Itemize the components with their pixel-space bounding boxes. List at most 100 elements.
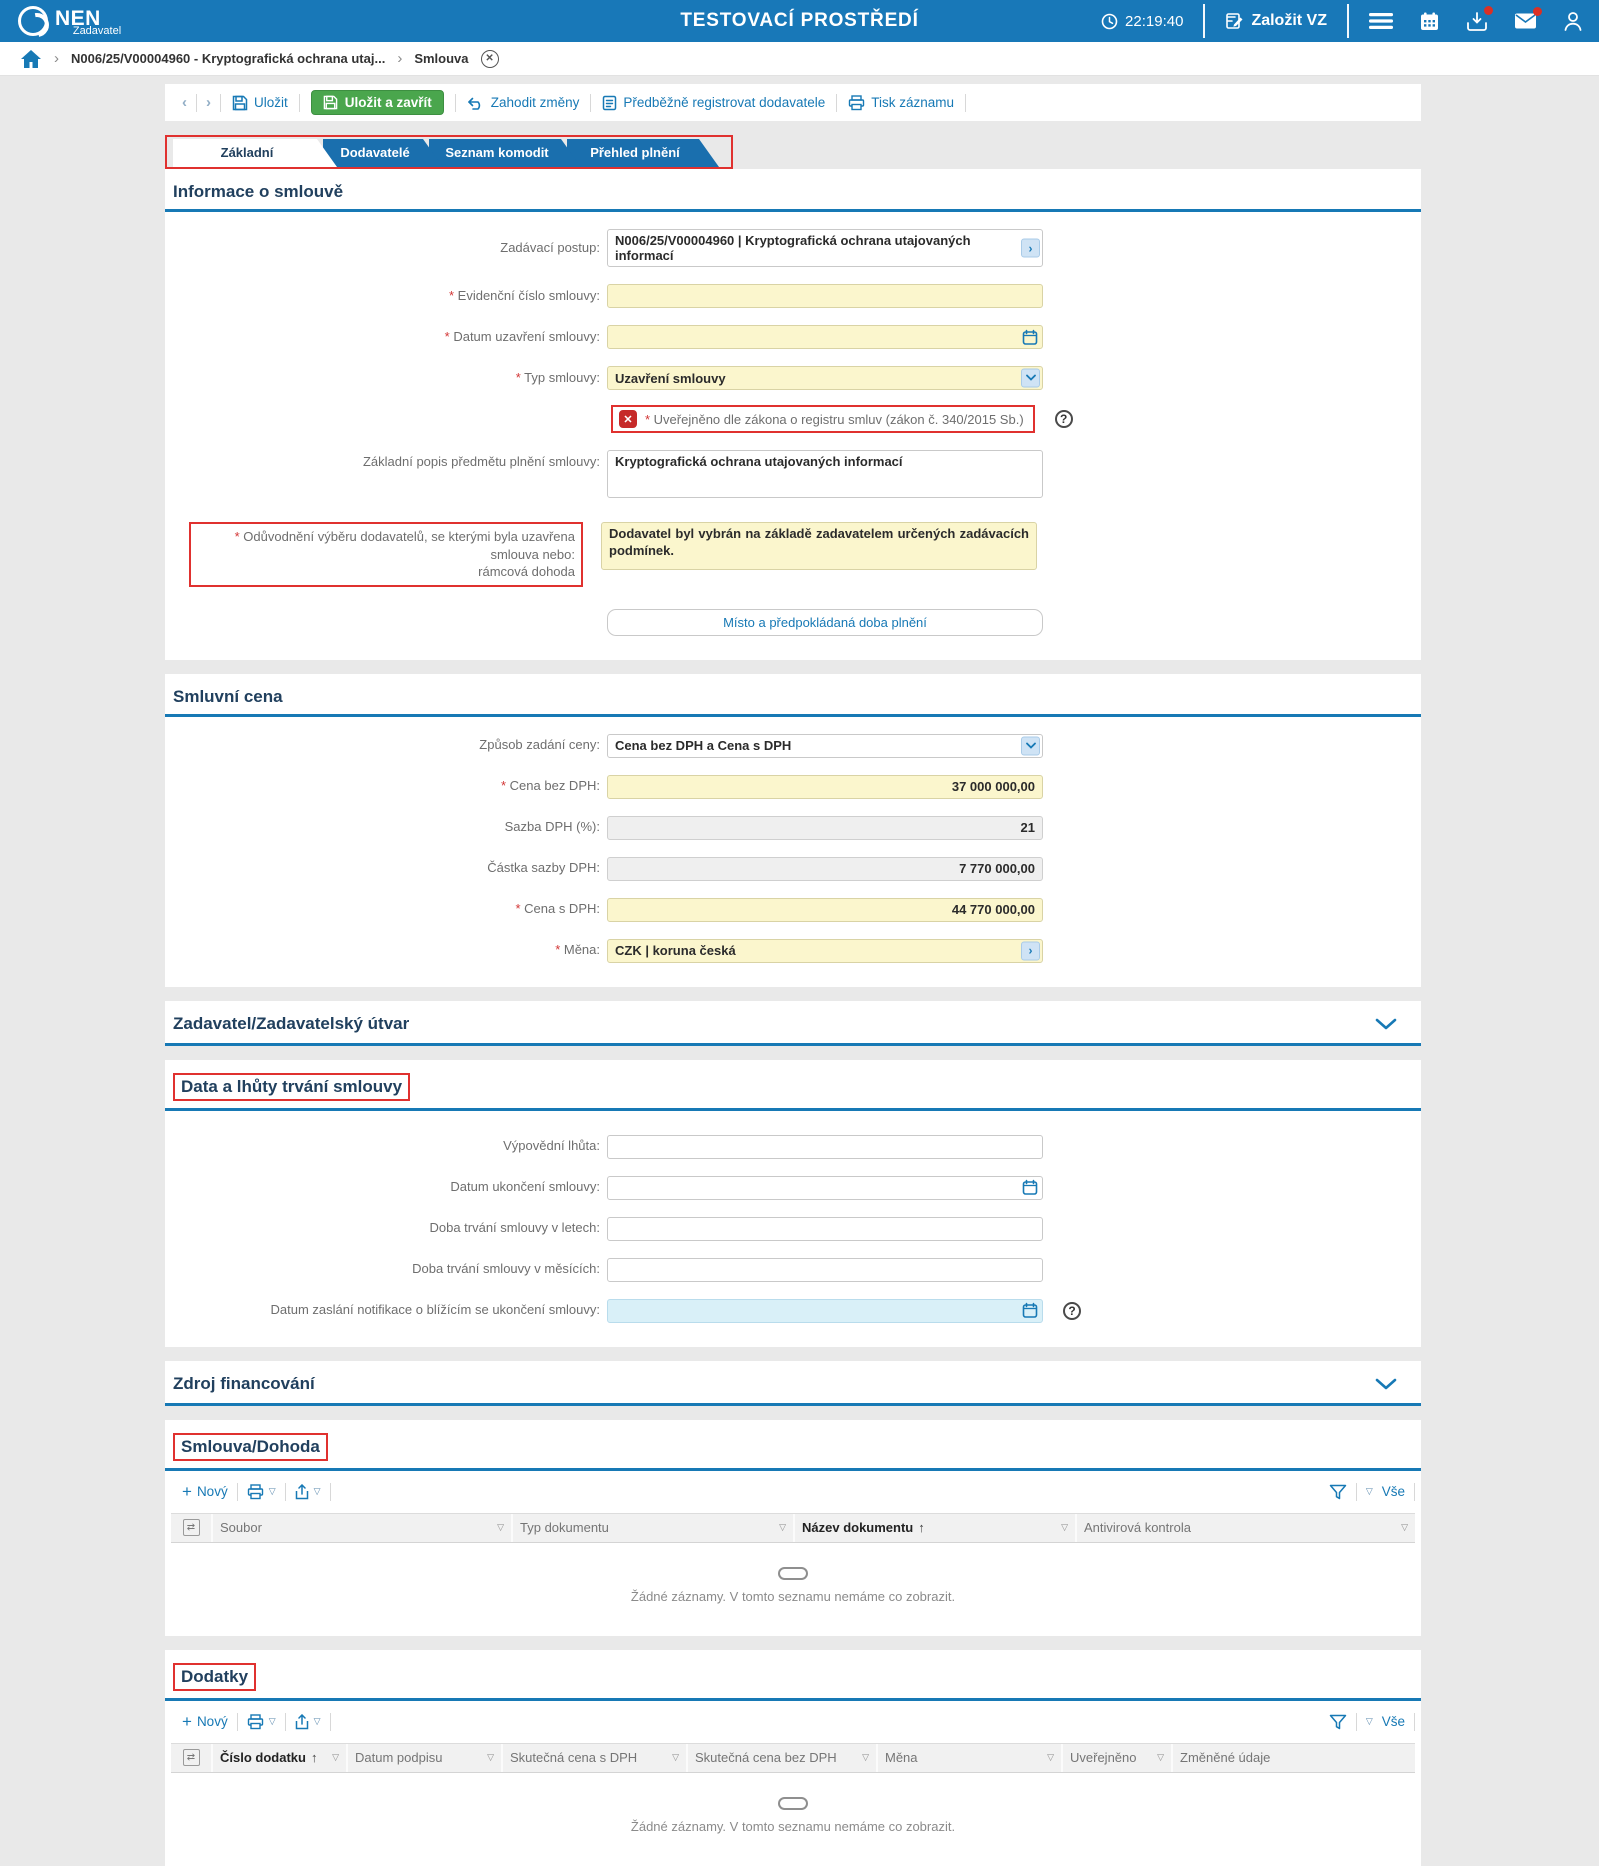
show-all-link[interactable]: Vše	[1382, 1714, 1405, 1729]
column-header-cislo-dodatku[interactable]: Číslo dodatku ↑ ▽	[213, 1743, 348, 1772]
show-all-link[interactable]: Vše	[1382, 1484, 1405, 1499]
uverejneno-checkbox-group[interactable]: ✕ Uveřejněno dle zákona o registru smluv…	[611, 405, 1035, 433]
typ-smlouvy-select[interactable]: Uzavření smlouvy	[607, 366, 1043, 390]
messages-button[interactable]	[1514, 7, 1542, 30]
filter-triangle-icon[interactable]: ▽	[1061, 1522, 1068, 1533]
print-record-button[interactable]: Tisk záznamu	[848, 94, 954, 111]
expand-chevron-icon[interactable]	[1375, 1378, 1397, 1390]
open-mena-arrow-icon[interactable]: ›	[1021, 941, 1040, 961]
column-header-uverejneno[interactable]: Uveřejněno ▽	[1063, 1743, 1173, 1772]
calendar-button[interactable]	[1419, 11, 1440, 32]
zpusob-zadani-ceny-select[interactable]: Cena bez DPH a Cena s DPH	[607, 733, 1043, 758]
filter-triangle-icon[interactable]: ▽	[672, 1752, 679, 1763]
datepicker-calendar-icon[interactable]	[1021, 1302, 1038, 1319]
column-header-mena[interactable]: Měna ▽	[878, 1743, 1063, 1772]
help-icon[interactable]: ?	[1063, 1301, 1081, 1320]
print-table-button[interactable]: ▽	[247, 1483, 276, 1500]
chevron-down-icon[interactable]	[1021, 736, 1040, 756]
mena-field[interactable]: CZK | koruna česká	[607, 938, 1043, 963]
plus-icon: +	[182, 1711, 192, 1731]
filter-triangle-icon[interactable]: ▽	[1047, 1752, 1054, 1763]
column-header-soubor[interactable]: Soubor ▽	[213, 1513, 513, 1542]
datepicker-calendar-icon[interactable]	[1021, 329, 1038, 346]
column-header-skutecna-cena-bez-dph[interactable]: Skutečná cena bez DPH ▽	[688, 1743, 878, 1772]
cena-bez-dph-input[interactable]: 37 000 000,00	[607, 774, 1043, 799]
zadavaci-postup-field[interactable]: N006/25/V00004960 | Kryptografická ochra…	[607, 229, 1043, 267]
column-chooser-icon: ⇄	[182, 1749, 200, 1767]
field-label: Základní popis předmětu plnění smlouvy:	[362, 454, 600, 469]
nen-logo[interactable]: NEN Zadavatel	[18, 5, 121, 37]
print-table-button[interactable]: ▽	[247, 1713, 276, 1730]
menu-button[interactable]	[1369, 12, 1393, 30]
section-title: Data a lhůty trvání smlouvy	[173, 1072, 411, 1101]
save-icon	[323, 95, 338, 110]
next-record-button[interactable]: ›	[206, 94, 211, 111]
column-header-skutecna-cena-s-dph[interactable]: Skutečná cena s DPH ▽	[503, 1743, 688, 1772]
column-header-datum-podpisu[interactable]: Datum podpisu ▽	[348, 1743, 503, 1772]
filter-triangle-icon[interactable]: ▽	[1401, 1522, 1408, 1533]
filter-triangle-icon[interactable]: ▽	[1157, 1752, 1164, 1763]
field-label: Výpovědní lhůta:	[503, 1138, 600, 1154]
field-label: Zadávací postup:	[500, 239, 600, 255]
doba-trvani-mesicich-input[interactable]	[607, 1257, 1043, 1282]
datepicker-calendar-icon[interactable]	[1021, 1179, 1038, 1196]
oduvodneni-textarea[interactable]: Dodavatel byl vybrán na základě zadavate…	[601, 522, 1037, 570]
datum-ukonceni-input[interactable]	[607, 1175, 1043, 1200]
filter-triangle-icon[interactable]: ▽	[862, 1752, 869, 1763]
filter-funnel-icon[interactable]	[1329, 1484, 1347, 1500]
filter-triangle-icon[interactable]: ▽	[779, 1522, 786, 1533]
datum-notifikace-input[interactable]	[607, 1298, 1043, 1323]
column-header-nazev-dokumentu[interactable]: Název dokumentu ↑ ▽	[795, 1513, 1077, 1542]
tab-prehled-plneni[interactable]: Přehled plnění	[567, 139, 719, 167]
column-header-antivirova-kontrola[interactable]: Antivirová kontrola ▽	[1077, 1514, 1415, 1542]
create-vz-button[interactable]: Založit VZ	[1225, 12, 1327, 31]
dropdown-triangle-icon[interactable]: ▽	[1366, 1486, 1373, 1497]
column-chooser-cell[interactable]: ⇄	[171, 1743, 213, 1772]
save-close-button[interactable]: Uložit a zavřít	[310, 90, 444, 115]
breadcrumb-procedure[interactable]: N006/25/V00004960 - Kryptografická ochra…	[71, 51, 385, 66]
tab-seznam-komodit[interactable]: Seznam komodit	[429, 139, 581, 167]
sort-ascending-icon: ↑	[918, 1520, 925, 1536]
calendar-icon	[1419, 11, 1440, 32]
breadcrumb-separator: ›	[54, 50, 59, 67]
column-header-zmenene-udaje[interactable]: Změněné údaje	[1173, 1744, 1415, 1772]
close-tab-icon[interactable]: ✕	[480, 49, 499, 68]
tab-dodavatele[interactable]: Dodavatelé	[323, 139, 443, 167]
datum-uzavreni-input[interactable]	[607, 325, 1043, 349]
messages-notification-dot	[1533, 7, 1542, 16]
misto-doba-plneni-button[interactable]: Místo a předpokládaná doba plnění	[607, 608, 1043, 636]
field-label: Datum uzavření smlouvy:	[165, 329, 607, 346]
expand-chevron-icon[interactable]	[1375, 1018, 1397, 1030]
new-record-button[interactable]: + Nový	[182, 1482, 228, 1502]
doba-trvani-letech-input[interactable]	[607, 1216, 1043, 1241]
zakladni-popis-textarea[interactable]: Kryptografická ochrana utajovaných infor…	[607, 450, 1043, 498]
chevron-down-icon[interactable]	[1021, 368, 1040, 388]
column-chooser-cell[interactable]: ⇄	[171, 1513, 213, 1542]
uverejneno-checkbox-label: Uveřejněno dle zákona o registru smluv (…	[645, 412, 1024, 427]
preregister-supplier-button[interactable]: Předběžně registrovat dodavatele	[602, 95, 825, 111]
filter-triangle-icon[interactable]: ▽	[487, 1752, 494, 1763]
filter-triangle-icon[interactable]: ▽	[332, 1752, 339, 1763]
save-button[interactable]: Uložit	[232, 95, 288, 111]
field-label: Datum ukončení smlouvy:	[450, 1179, 600, 1195]
new-record-button[interactable]: + Nový	[182, 1712, 228, 1732]
prev-record-button[interactable]: ‹	[182, 94, 187, 111]
downloads-button[interactable]	[1466, 5, 1493, 32]
column-header-typ-dokumentu[interactable]: Typ dokumentu ▽	[513, 1513, 795, 1542]
evidencni-cislo-input[interactable]	[607, 284, 1043, 308]
discard-changes-button[interactable]: Zahodit změny	[467, 95, 579, 110]
dropdown-triangle-icon[interactable]: ▽	[1366, 1716, 1373, 1727]
help-icon[interactable]: ?	[1054, 410, 1073, 428]
export-table-button[interactable]: ▽	[295, 1713, 321, 1730]
filter-funnel-icon[interactable]	[1329, 1714, 1347, 1730]
tab-zakladni-informace[interactable]: Základní informace	[173, 139, 337, 167]
filter-triangle-icon[interactable]: ▽	[497, 1522, 504, 1533]
export-table-button[interactable]: ▽	[295, 1483, 321, 1500]
field-label: Datum zaslání notifikace o blížícím se u…	[270, 1302, 600, 1318]
cena-s-dph-input[interactable]: 44 770 000,00	[607, 897, 1043, 922]
vypovedni-lhuta-input[interactable]	[607, 1134, 1043, 1159]
open-procedure-arrow-icon[interactable]: ›	[1021, 238, 1040, 258]
user-button[interactable]	[1563, 11, 1583, 32]
home-icon[interactable]	[20, 49, 42, 69]
section-zadavatel: Zadavatel/Zadavatelský útvar	[165, 1000, 1421, 1046]
